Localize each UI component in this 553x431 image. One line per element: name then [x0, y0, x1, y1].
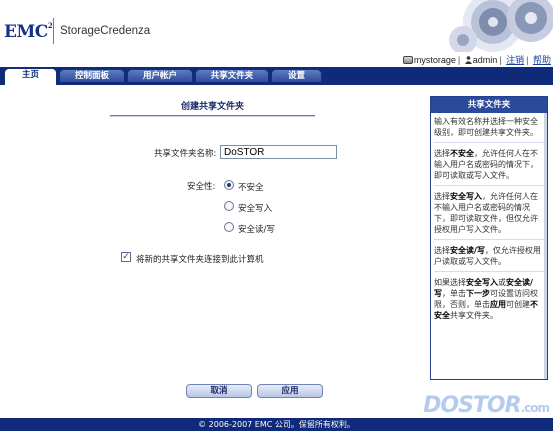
tab-settings[interactable]: 设置 [271, 69, 322, 82]
title-divider [110, 115, 315, 117]
user-name: admin [472, 55, 498, 65]
tab-control-panel[interactable]: 控制面板 [59, 69, 125, 82]
map-drive-checkbox[interactable]: ✓ [121, 252, 131, 262]
tab-user-accounts[interactable]: 用户帐户 [127, 69, 193, 82]
header: EMC2 StorageCredenza mystorage | admin | 注… [0, 0, 553, 65]
server-icon [402, 56, 413, 64]
main-content: 创建共享文件夹 共享文件夹名称: 安全性: 不安全 安全写入 安全读/写 ✓ 将… [0, 85, 425, 418]
dostor-watermark: DOSTOR.com [423, 393, 550, 418]
logo-divider [53, 18, 54, 44]
page-title: 创建共享文件夹 [180, 102, 244, 112]
user-links: mystorage | admin | 注销 | 帮助 [402, 53, 551, 65]
help-link[interactable]: 帮助 [533, 55, 551, 65]
emc-logo: EMC2 [4, 21, 53, 42]
header-decoration-graphic [423, 0, 553, 52]
radio-not-secure[interactable] [224, 180, 234, 190]
help-scrollbar[interactable] [544, 113, 547, 379]
radio-not-secure-label: 不安全 [238, 183, 264, 193]
share-name-input[interactable] [220, 145, 337, 159]
radio-secure-write-label: 安全写入 [238, 204, 273, 214]
help-paragraph: 选择不安全，允许任何人在不输入用户名或密码的情况下，即可读取或写入文件。 [434, 147, 544, 186]
product-name: StorageCredenza [60, 25, 151, 37]
apply-button[interactable]: 应用 [257, 384, 323, 398]
help-panel: 共享文件夹 输入有效名称并选择一种安全级别，即可创建共享文件夹。 选择不安全，允… [430, 96, 548, 380]
copyright-text: © 2006-2007 EMC 公司。保留所有权利。 [198, 420, 355, 429]
map-drive-label: 将新的共享文件夹连接到此计算机 [136, 255, 264, 265]
radio-secure-read-write-label: 安全读/写 [238, 225, 275, 235]
cancel-button[interactable]: 取消 [186, 384, 252, 398]
user-icon [464, 56, 472, 64]
tab-shared-folders[interactable]: 共享文件夹 [195, 69, 269, 82]
security-label: 安全性: [187, 182, 216, 192]
radio-secure-read-write[interactable] [224, 222, 234, 232]
help-paragraph: 如果选择安全写入或安全读/写，单击下一步可设置访问权限，否则，单击应用可创建不安… [434, 278, 538, 320]
help-paragraph: 选择安全读/写，仅允许授权用户读取或写入文件。 [434, 244, 544, 272]
help-panel-body: 输入有效名称并选择一种安全级别，即可创建共享文件夹。 选择不安全，允许任何人在不… [431, 113, 547, 325]
server-name: mystorage [413, 55, 456, 65]
radio-secure-write[interactable] [224, 201, 234, 211]
footer: © 2006-2007 EMC 公司。保留所有权利。 [0, 418, 553, 431]
help-paragraph: 输入有效名称并选择一种安全级别，即可创建共享文件夹。 [434, 115, 544, 143]
share-name-label: 共享文件夹名称: [154, 149, 217, 159]
help-paragraph: 选择安全写入，允许任何人在不输入用户名或密码的情况下，即可读取文件，但仅允许授权… [434, 190, 544, 240]
tab-home[interactable]: 主页 [4, 68, 57, 85]
logout-link[interactable]: 注销 [506, 55, 524, 65]
help-panel-title: 共享文件夹 [431, 97, 547, 113]
